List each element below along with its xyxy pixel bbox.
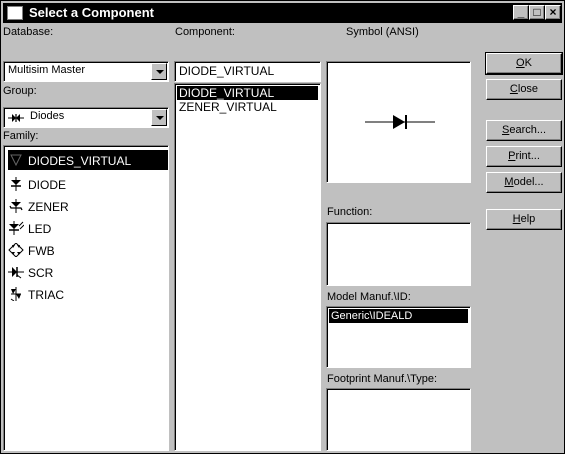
minimize-button[interactable]: _ [513,5,529,20]
family-item-led[interactable]: LED [8,218,168,238]
group-dropdown[interactable]: Diodes [3,107,169,128]
title-bar[interactable]: Select a Component _ □ × [3,3,562,23]
diodes-group-icon [8,114,24,122]
family-item-diodes-virtual[interactable]: DIODES_VIRTUAL [8,150,168,170]
component-input-value: DIODE_VIRTUAL [179,64,275,78]
component-list[interactable]: DIODE_VIRTUAL ZENER_VIRTUAL [174,83,321,451]
diode-symbol-icon [365,115,435,129]
window-title: Select a Component [29,5,154,20]
diode-virtual-icon [10,154,22,166]
family-label: Family: [3,130,39,142]
database-dropdown-arrow-icon[interactable] [151,63,167,80]
diode-icon [11,176,21,191]
family-list[interactable]: DIODES_VIRTUAL DIODE ZENER LED FWB SCR T… [3,145,169,451]
family-item-triac[interactable]: TRIAC [8,284,168,304]
family-item-zener[interactable]: ZENER [8,196,168,216]
family-item-diode[interactable]: DIODE [8,174,168,194]
component-label: Component: [175,26,235,38]
model-manuf-list[interactable]: Generic\IDEALD [326,306,471,368]
function-box [326,222,471,286]
bridge-icon [8,242,24,257]
model-button[interactable]: Model... [486,172,562,193]
print-button[interactable]: Print... [486,146,562,167]
database-value: Multisim Master [8,64,86,76]
footprint-label: Footprint Manuf.\Type: [327,373,438,385]
model-manuf-item[interactable]: Generic\IDEALD [329,309,468,323]
database-label: Database: [3,26,54,38]
database-dropdown[interactable]: Multisim Master [3,61,169,82]
footprint-list[interactable] [326,388,471,451]
search-button[interactable]: Search... [486,120,562,141]
group-label: Group: [3,85,37,97]
function-label: Function: [327,206,373,218]
scr-icon [8,266,24,279]
led-icon [9,220,24,235]
component-item-diode-virtual[interactable]: DIODE_VIRTUAL [177,86,318,100]
app-icon [7,6,23,20]
model-manuf-label: Model Manuf.\ID: [327,291,411,303]
close-button[interactable]: Close [486,79,562,100]
close-window-button[interactable]: × [545,5,561,20]
symbol-preview [326,61,471,183]
component-item-zener-virtual[interactable]: ZENER_VIRTUAL [177,100,318,114]
zener-icon [9,198,23,213]
maximize-button[interactable]: □ [529,5,545,20]
component-input[interactable]: DIODE_VIRTUAL [174,61,321,82]
ok-button[interactable]: OK [485,52,563,75]
group-dropdown-arrow-icon[interactable] [151,109,167,126]
family-item-scr[interactable]: SCR [8,262,168,282]
family-item-fwb[interactable]: FWB [8,240,168,260]
symbol-label: Symbol (ANSI) [346,26,419,38]
select-component-dialog: Select a Component _ □ × Database: Multi… [0,0,565,454]
group-value: Diodes [30,110,65,122]
triac-icon [10,286,21,301]
help-button[interactable]: Help [486,209,562,230]
